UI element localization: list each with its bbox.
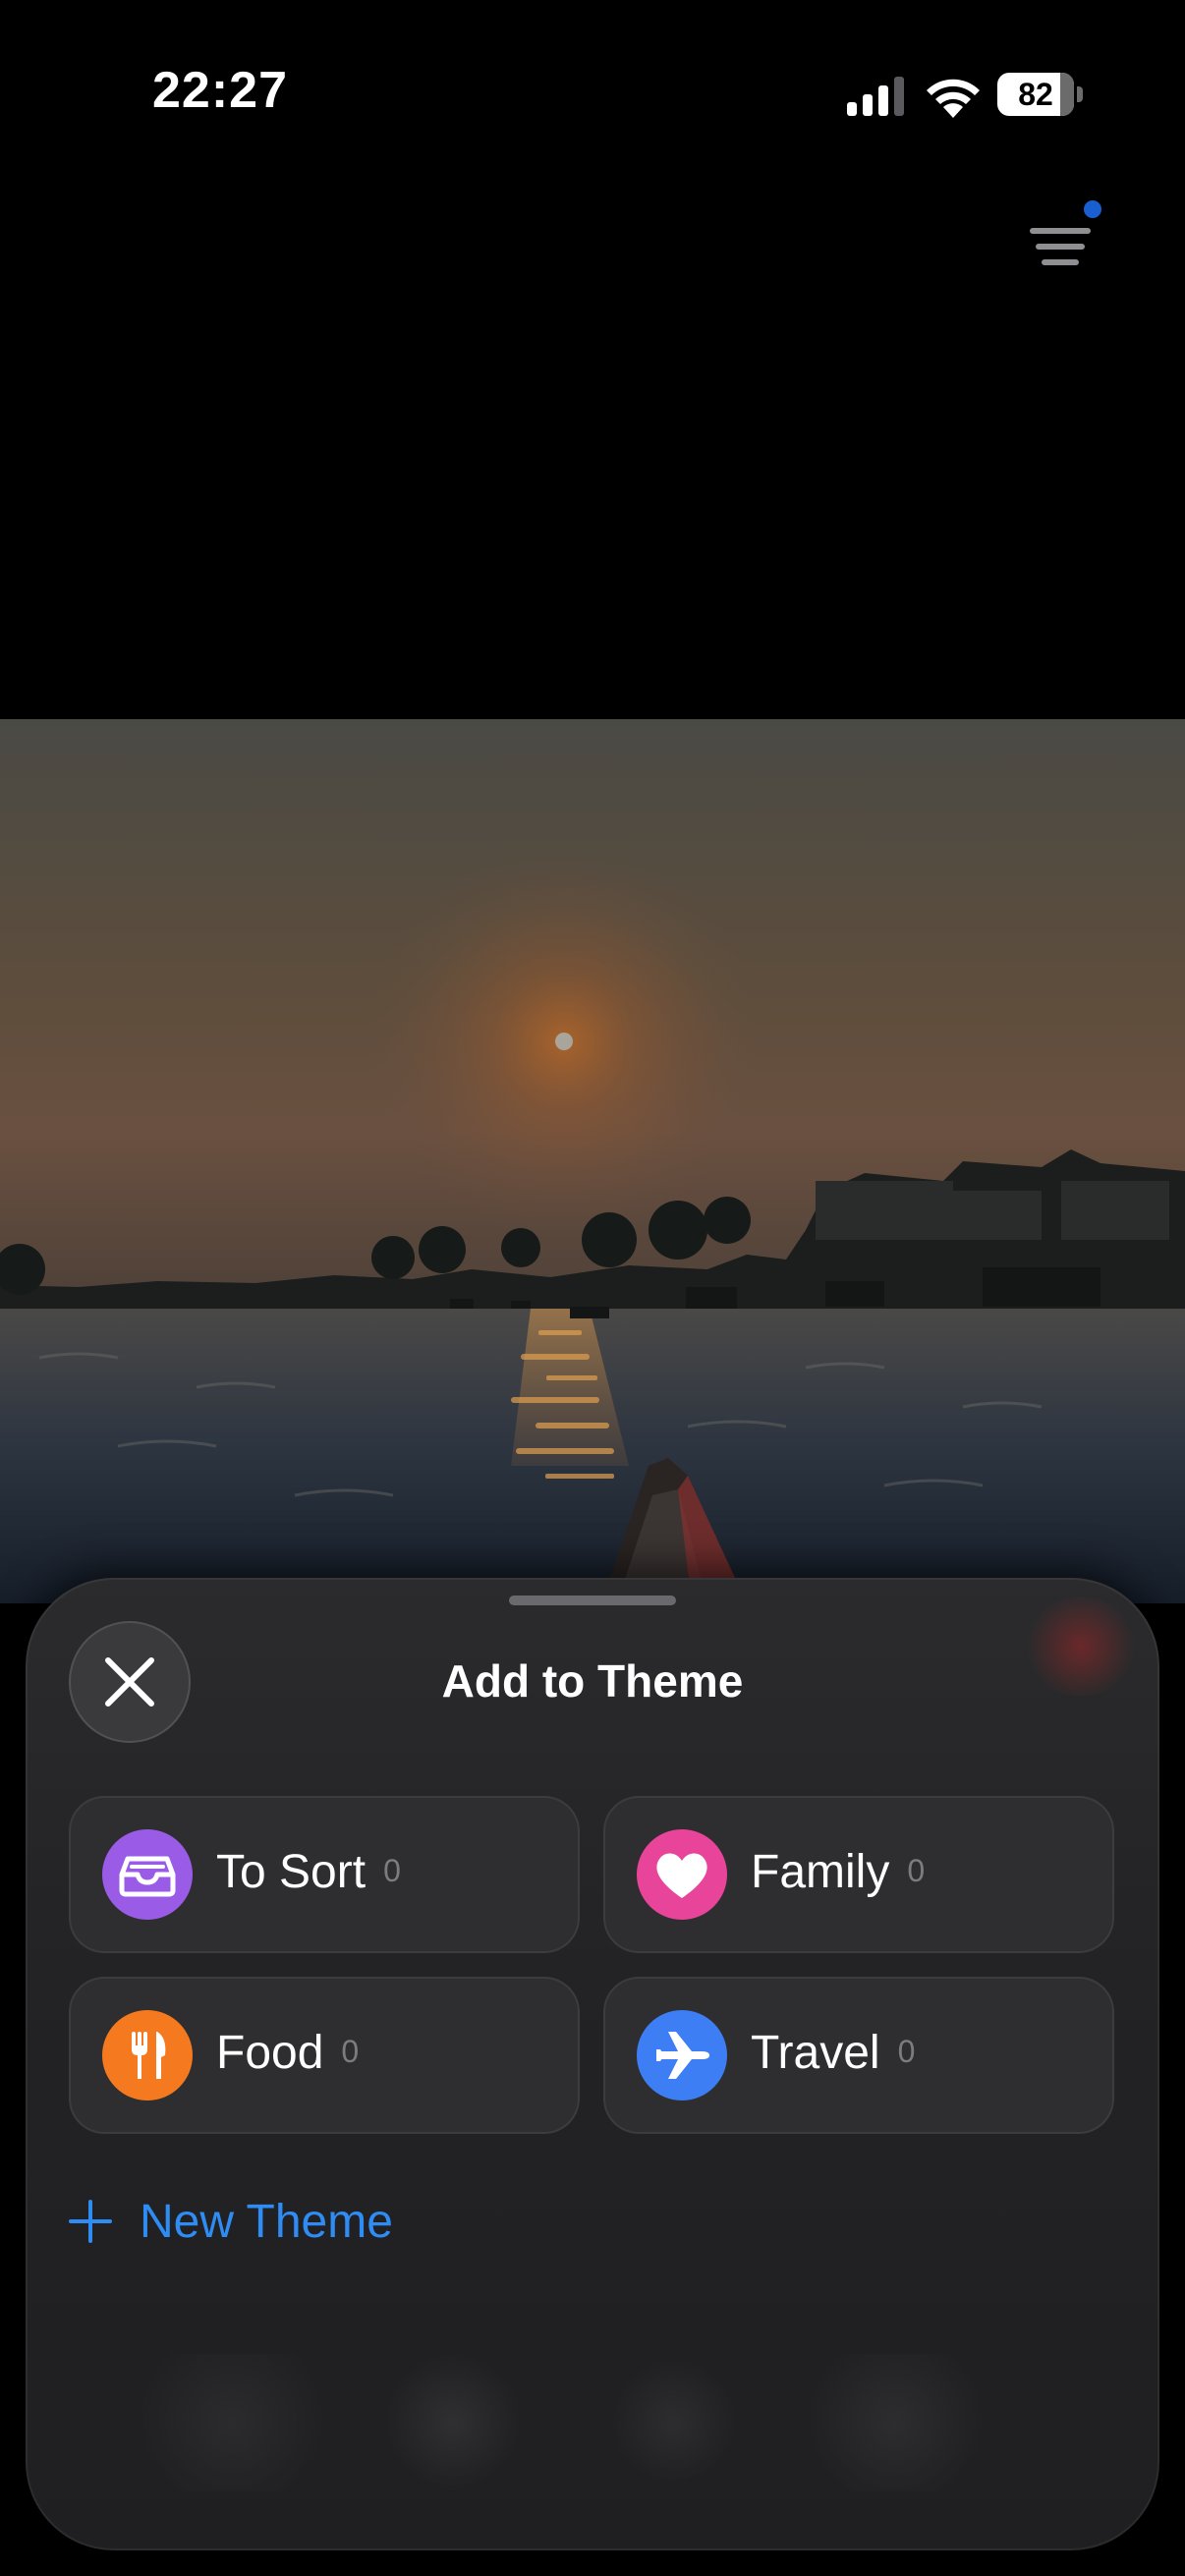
battery-level-text: 82 [1018,77,1053,112]
new-theme-label: New Theme [140,2195,393,2248]
add-to-theme-sheet: Add to Theme To Sort 0 Family 0 Food 0 T… [26,1578,1159,2550]
airplane-icon [637,2010,727,2100]
wifi-icon [927,79,980,118]
status-time: 22:27 [152,62,288,119]
theme-count-food: 0 [341,2034,360,2069]
notification-dot [1084,200,1101,218]
theme-card-family[interactable]: Family 0 [603,1796,1114,1953]
status-bar: 22:27 82 [0,0,1185,187]
theme-label-to-sort: To Sort [216,1846,367,1898]
heart-icon [637,1829,727,1920]
sheet-title: Add to Theme [441,1655,744,1707]
theme-label-food: Food [216,2027,324,2079]
theme-card-to-sort[interactable]: To Sort 0 [69,1796,580,1953]
tray-icon [102,1829,193,1920]
cellular-signal-icon [847,77,904,116]
photo-preview[interactable] [0,719,1185,1603]
theme-count-to-sort: 0 [383,1853,401,1888]
theme-count-family: 0 [907,1853,926,1888]
sunset-river-photo [0,719,1185,1603]
theme-card-travel[interactable]: Travel 0 [603,1977,1114,2134]
theme-label-family: Family [751,1846,890,1898]
plus-icon [69,2200,112,2243]
new-theme-button[interactable]: New Theme [69,2187,393,2256]
fork-knife-icon [102,2010,193,2100]
theme-count-travel: 0 [897,2034,916,2069]
theme-label-travel: Travel [751,2027,880,2079]
sheet-grabber[interactable] [509,1596,676,1605]
battery-indicator: 82 [997,73,1084,116]
theme-card-food[interactable]: Food 0 [69,1977,580,2134]
